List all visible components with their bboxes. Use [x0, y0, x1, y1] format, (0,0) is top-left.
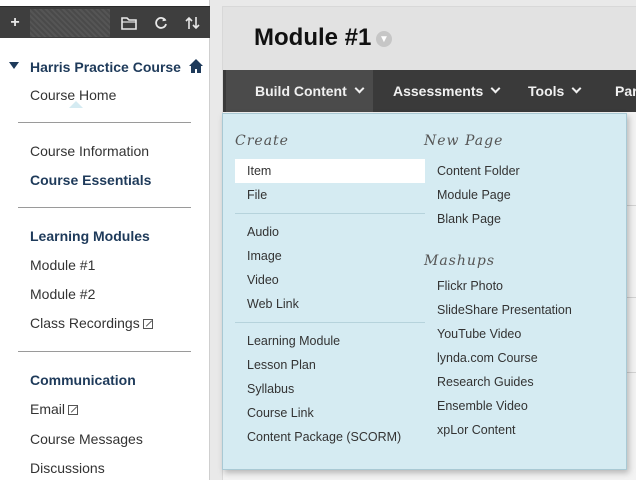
sidebar-item-label: Email [30, 401, 66, 417]
menu-item-youtube-video[interactable]: YouTube Video [437, 327, 521, 341]
action-bar: Build Content Assessments Tools Par [223, 70, 636, 112]
menu-item-ensemble-video[interactable]: Ensemble Video [437, 399, 528, 413]
menu-item-syllabus[interactable]: Syllabus [247, 382, 294, 396]
sort-icon[interactable] [182, 7, 204, 39]
external-link-icon [142, 319, 153, 329]
home-icon[interactable] [188, 58, 204, 74]
menu-item-web-link[interactable]: Web Link [247, 297, 299, 311]
course-menu-sidebar: + Harris Practice Course Course Home Cou… [0, 0, 210, 480]
menu-item-content-folder[interactable]: Content Folder [437, 164, 520, 178]
menu-pointer [69, 101, 83, 108]
assessments-button[interactable]: Assessments [393, 70, 501, 112]
sidebar-heading-learning-modules: Learning Modules [30, 228, 150, 244]
sidebar-item-course-information[interactable]: Course Information [30, 143, 149, 159]
sidebar-item-module-1[interactable]: Module #1 [30, 257, 95, 273]
menu-separator [235, 322, 425, 323]
chevron-down-icon[interactable]: ▼ [376, 31, 392, 47]
sidebar-heading-communication: Communication [30, 372, 136, 388]
external-link-icon [68, 405, 79, 415]
menu-item-learning-module[interactable]: Learning Module [247, 334, 340, 348]
partners-label: Par [615, 83, 636, 99]
page-title: Module #1 [254, 24, 372, 51]
sidebar-item-course-essentials[interactable]: Course Essentials [30, 172, 151, 188]
course-header: Harris Practice Course [0, 56, 210, 78]
build-content-button[interactable]: Build Content [226, 70, 373, 112]
course-title[interactable]: Harris Practice Course [30, 59, 181, 75]
sidebar-toolbar: + [0, 6, 210, 38]
menu-item-lynda-course[interactable]: lynda.com Course [437, 351, 538, 365]
menu-item-slideshare-presentation[interactable]: SlideShare Presentation [437, 303, 572, 317]
menu-item-flickr-photo[interactable]: Flickr Photo [437, 279, 503, 293]
menu-item-content-package[interactable]: Content Package (SCORM) [247, 430, 401, 444]
menu-item-file[interactable]: File [247, 188, 267, 202]
menu-item-video[interactable]: Video [247, 273, 279, 287]
sidebar-item-course-messages[interactable]: Course Messages [30, 431, 143, 447]
menu-item-module-page[interactable]: Module Page [437, 188, 511, 202]
sidebar-item-email[interactable]: Email [30, 401, 79, 417]
menu-item-lesson-plan[interactable]: Lesson Plan [247, 358, 316, 372]
folder-icon[interactable] [118, 7, 140, 39]
menu-item-research-guides[interactable]: Research Guides [437, 375, 534, 389]
menu-item-course-link[interactable]: Course Link [247, 406, 314, 420]
partners-button[interactable]: Par [615, 70, 636, 112]
menu-item-item[interactable]: Item [247, 164, 271, 178]
toolbar-placeholder [30, 9, 110, 37]
plus-icon[interactable]: + [4, 7, 26, 39]
menu-heading-new-page: New Page [424, 133, 504, 149]
sidebar-item-discussions[interactable]: Discussions [30, 460, 105, 476]
refresh-icon[interactable] [150, 7, 172, 39]
tools-label: Tools [528, 83, 565, 99]
menu-item-image[interactable]: Image [247, 249, 282, 263]
menu-heading-create: Create [235, 133, 289, 149]
chevron-down-icon [571, 83, 582, 94]
sidebar-item-label: Class Recordings [30, 315, 140, 331]
menu-item-blank-page[interactable]: Blank Page [437, 212, 501, 226]
sidebar-item-class-recordings[interactable]: Class Recordings [30, 315, 153, 331]
page-title-bar: Module #1 ▼ [223, 7, 636, 70]
collapse-caret-icon[interactable] [9, 62, 19, 69]
build-content-menu: Create Item File Audio Image Video Web L… [222, 113, 627, 470]
tools-button[interactable]: Tools [528, 70, 582, 112]
build-content-label: Build Content [255, 83, 347, 99]
menu-item-audio[interactable]: Audio [247, 225, 279, 239]
chevron-down-icon [490, 83, 501, 94]
sidebar-divider [18, 122, 191, 123]
assessments-label: Assessments [393, 83, 484, 99]
menu-item-xplor-content[interactable]: xpLor Content [437, 423, 516, 437]
menu-separator [235, 213, 425, 214]
chevron-down-icon [354, 83, 365, 94]
menu-heading-mashups: Mashups [424, 253, 496, 269]
sidebar-divider [18, 207, 191, 208]
sidebar-divider [18, 351, 191, 352]
sidebar-item-module-2[interactable]: Module #2 [30, 286, 95, 302]
